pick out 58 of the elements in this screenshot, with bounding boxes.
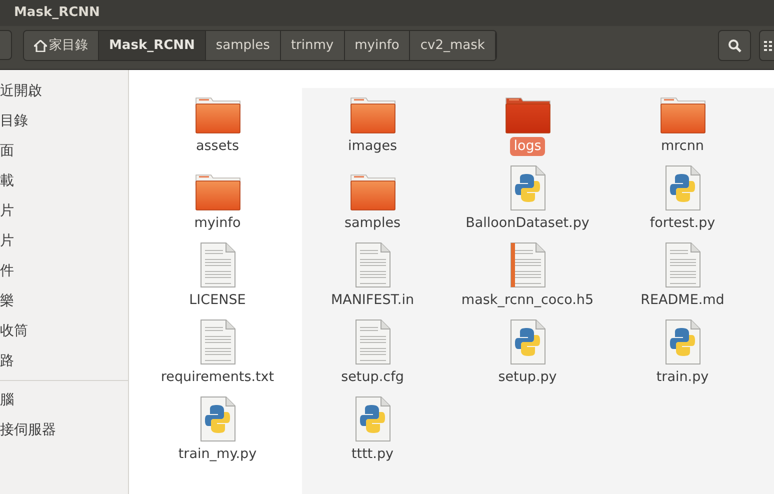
search-button[interactable] — [718, 30, 751, 61]
text-file-icon — [664, 242, 700, 288]
file-icon — [510, 242, 546, 288]
file-name[interactable]: assets — [192, 137, 243, 156]
python-file-icon — [354, 396, 390, 442]
sidebar-item[interactable]: 路 — [0, 346, 128, 376]
file-name[interactable]: samples — [340, 214, 405, 233]
text-file-icon — [200, 319, 236, 365]
file-name[interactable]: train_my.py — [174, 445, 261, 464]
path-segment[interactable]: samples — [206, 31, 281, 60]
sidebar-item[interactable]: 樂 — [0, 286, 128, 316]
file-name[interactable]: README.md — [636, 291, 728, 310]
path-segment[interactable]: myinfo — [344, 31, 410, 60]
python-file-icon — [200, 396, 236, 442]
folder-icon — [350, 173, 396, 211]
folder-icon — [194, 173, 240, 211]
path-segment[interactable]: Mask_RCNN — [99, 31, 206, 60]
folder-icon — [504, 96, 550, 134]
sidebar-item[interactable]: 片 — [0, 226, 128, 256]
python-file-icon — [664, 319, 700, 365]
folder-icon — [660, 96, 706, 134]
file-name[interactable]: fortest.py — [646, 214, 720, 233]
text-file-icon — [200, 242, 236, 288]
sidebar-item[interactable]: 件 — [0, 256, 128, 286]
sidebar-item[interactable]: 載 — [0, 166, 128, 196]
file-name[interactable]: MANIFEST.in — [326, 291, 418, 310]
sidebar-item[interactable]: 片 — [0, 196, 128, 226]
sidebar-item[interactable]: 腦 — [0, 385, 128, 415]
path-segment[interactable]: 家目錄 — [24, 31, 99, 60]
file-name[interactable]: mrcnn — [657, 137, 708, 156]
file-name[interactable]: images — [344, 137, 402, 156]
sidebar-item[interactable]: 面 — [0, 136, 128, 166]
file-name[interactable]: myinfo — [190, 214, 245, 233]
sidebar-item[interactable]: 目錄 — [0, 106, 128, 136]
folder-icon — [194, 96, 240, 134]
file-name[interactable]: train.py — [652, 368, 713, 387]
file-name[interactable]: mask_rcnn_coco.h5 — [457, 291, 598, 310]
text-file-icon — [354, 242, 390, 288]
file-name[interactable]: setup.cfg — [337, 368, 408, 387]
text-file-icon — [354, 319, 390, 365]
file-name[interactable]: tttt.py — [347, 445, 398, 464]
python-file-icon — [510, 319, 546, 365]
path-segment[interactable]: trinmy — [280, 31, 345, 60]
python-file-icon — [664, 165, 700, 211]
file-name[interactable]: BalloonDataset.py — [462, 214, 594, 233]
path-segment[interactable]: cv2_mask — [410, 31, 496, 60]
python-file-icon — [510, 165, 546, 211]
file-name[interactable]: LICENSE — [185, 291, 250, 310]
search-icon — [728, 38, 742, 52]
sidebar-item[interactable]: 近開啟 — [0, 76, 128, 106]
sidebar-item[interactable]: 收筒 — [0, 316, 128, 346]
window-title: Mask_RCNN — [14, 4, 100, 22]
grid-icon — [764, 40, 772, 50]
file-name[interactable]: setup.py — [494, 368, 561, 387]
file-name[interactable]: requirements.txt — [156, 368, 278, 387]
home-icon — [34, 40, 47, 52]
folder-icon — [350, 96, 396, 134]
sidebar-item[interactable]: 接伺服器 — [0, 415, 128, 445]
